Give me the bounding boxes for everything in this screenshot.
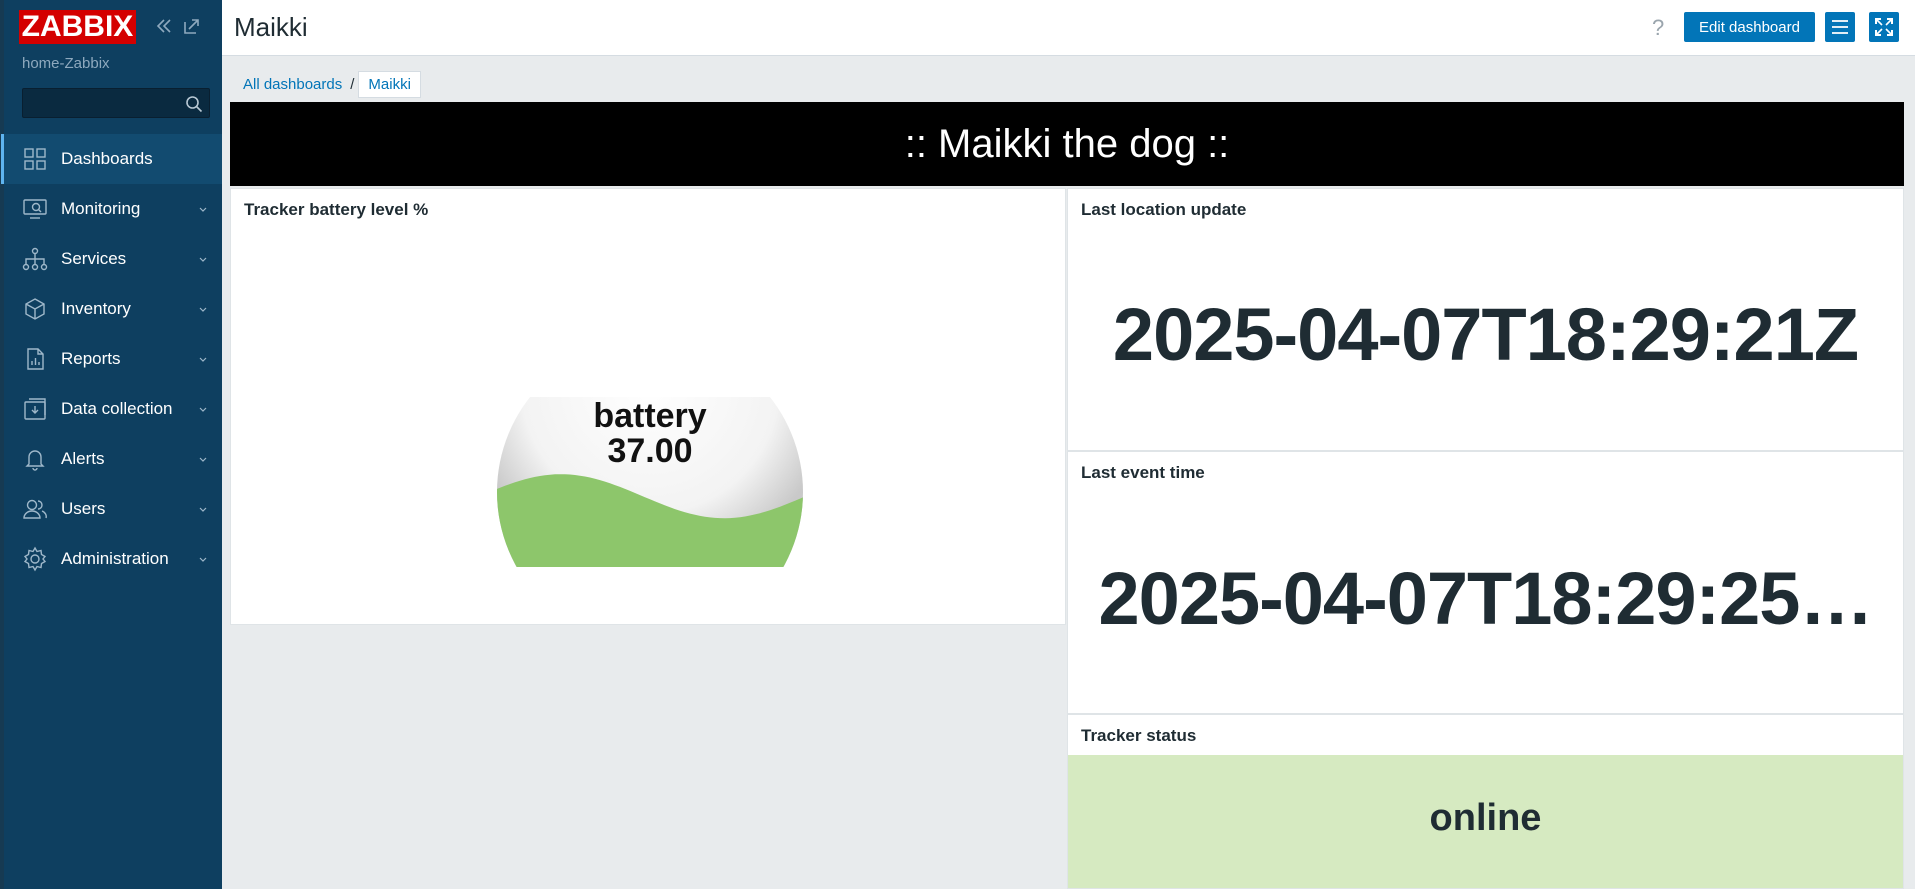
sidebar: ZABBIX home-Zabbix Dashboards Monitoring (0, 0, 222, 889)
menu-label: Administration (61, 549, 169, 568)
chevron-down-icon (199, 407, 207, 412)
menu-item-administration[interactable]: Administration (4, 534, 222, 584)
status-background: online (1068, 755, 1903, 888)
search-icon[interactable] (185, 95, 203, 113)
menu-label: Users (61, 499, 106, 518)
breadcrumb-all-dashboards[interactable]: All dashboards (234, 76, 350, 93)
menu-icon (1832, 20, 1848, 34)
administration-icon (20, 544, 50, 574)
main-menu: Dashboards Monitoring Services Inventory (1, 134, 222, 584)
menu-item-users[interactable]: Users (4, 484, 222, 534)
widget-title: Tracker status (1081, 726, 1197, 745)
fullscreen-icon (1875, 18, 1893, 36)
chevron-down-icon (199, 507, 207, 512)
data-collection-icon (20, 394, 50, 424)
status-value: online (1429, 797, 1542, 839)
menu-item-inventory[interactable]: Inventory (4, 284, 222, 334)
menu-label: Dashboards (61, 149, 153, 168)
menu-label: Inventory (61, 299, 131, 318)
widget-title: Tracker battery level % (244, 200, 429, 219)
page-title: Maikki (234, 12, 308, 42)
status-widget[interactable]: Tracker status online (1067, 714, 1904, 889)
chevron-down-icon (199, 307, 207, 312)
search-box[interactable] (22, 88, 210, 118)
users-icon (20, 494, 50, 524)
collapse-sidebar-icon[interactable] (154, 16, 174, 40)
breadcrumb-separator: / (350, 75, 355, 93)
actions-menu-button[interactable] (1825, 12, 1855, 42)
menu-label: Data collection (61, 399, 173, 418)
menu-item-alerts[interactable]: Alerts (4, 434, 222, 484)
menu-item-dashboards[interactable]: Dashboards (1, 134, 222, 184)
reports-icon (20, 344, 50, 374)
chevron-down-icon (199, 557, 207, 562)
chevron-down-icon (199, 357, 207, 362)
breadcrumb: All dashboards / Maikki (234, 70, 421, 98)
alerts-icon (20, 444, 50, 474)
dashboards-icon (20, 144, 50, 174)
widget-title: Last event time (1081, 463, 1205, 482)
gauge-value: 37.00 (607, 432, 692, 470)
page-header: Maikki ? Edit dashboard (222, 0, 1915, 56)
menu-label: Monitoring (61, 199, 141, 218)
hide-sidebar-icon[interactable] (182, 16, 202, 40)
menu-label: Alerts (61, 449, 105, 468)
battery-gauge: battery 37.00 (497, 397, 803, 567)
breadcrumb-current[interactable]: Maikki (358, 70, 421, 98)
menu-item-data-collection[interactable]: Data collection (4, 384, 222, 434)
menu-label: Services (61, 249, 127, 268)
menu-item-monitoring[interactable]: Monitoring (4, 184, 222, 234)
menu-label: Reports (61, 349, 121, 368)
inventory-icon (20, 294, 50, 324)
menu-item-services[interactable]: Services (4, 234, 222, 284)
dashboard-banner: :: Maikki the dog :: (230, 102, 1904, 186)
search-input[interactable] (23, 89, 183, 117)
help-icon[interactable]: ? (1652, 15, 1664, 41)
services-icon (20, 244, 50, 274)
monitoring-icon (20, 194, 50, 224)
event-value: 2025-04-07T18:29:25… (1098, 557, 1874, 640)
location-widget[interactable]: Last location update 2025-04-07T18:29:21… (1067, 188, 1904, 451)
location-value: 2025-04-07T18:29:21Z (1112, 293, 1859, 376)
edit-dashboard-button[interactable]: Edit dashboard (1684, 12, 1815, 42)
chevron-down-icon (199, 457, 207, 462)
menu-item-reports[interactable]: Reports (4, 334, 222, 384)
kiosk-mode-button[interactable] (1869, 12, 1899, 42)
chevron-down-icon (199, 207, 207, 212)
zabbix-logo[interactable]: ZABBIX (19, 10, 136, 44)
widget-title: Last location update (1081, 200, 1247, 219)
chevron-down-icon (199, 257, 207, 262)
server-name: home-Zabbix (22, 55, 110, 72)
gauge-label: battery (593, 397, 706, 435)
event-widget[interactable]: Last event time 2025-04-07T18:29:25… (1067, 451, 1904, 714)
battery-widget[interactable]: Tracker battery level % battery 37.00 (230, 188, 1066, 625)
